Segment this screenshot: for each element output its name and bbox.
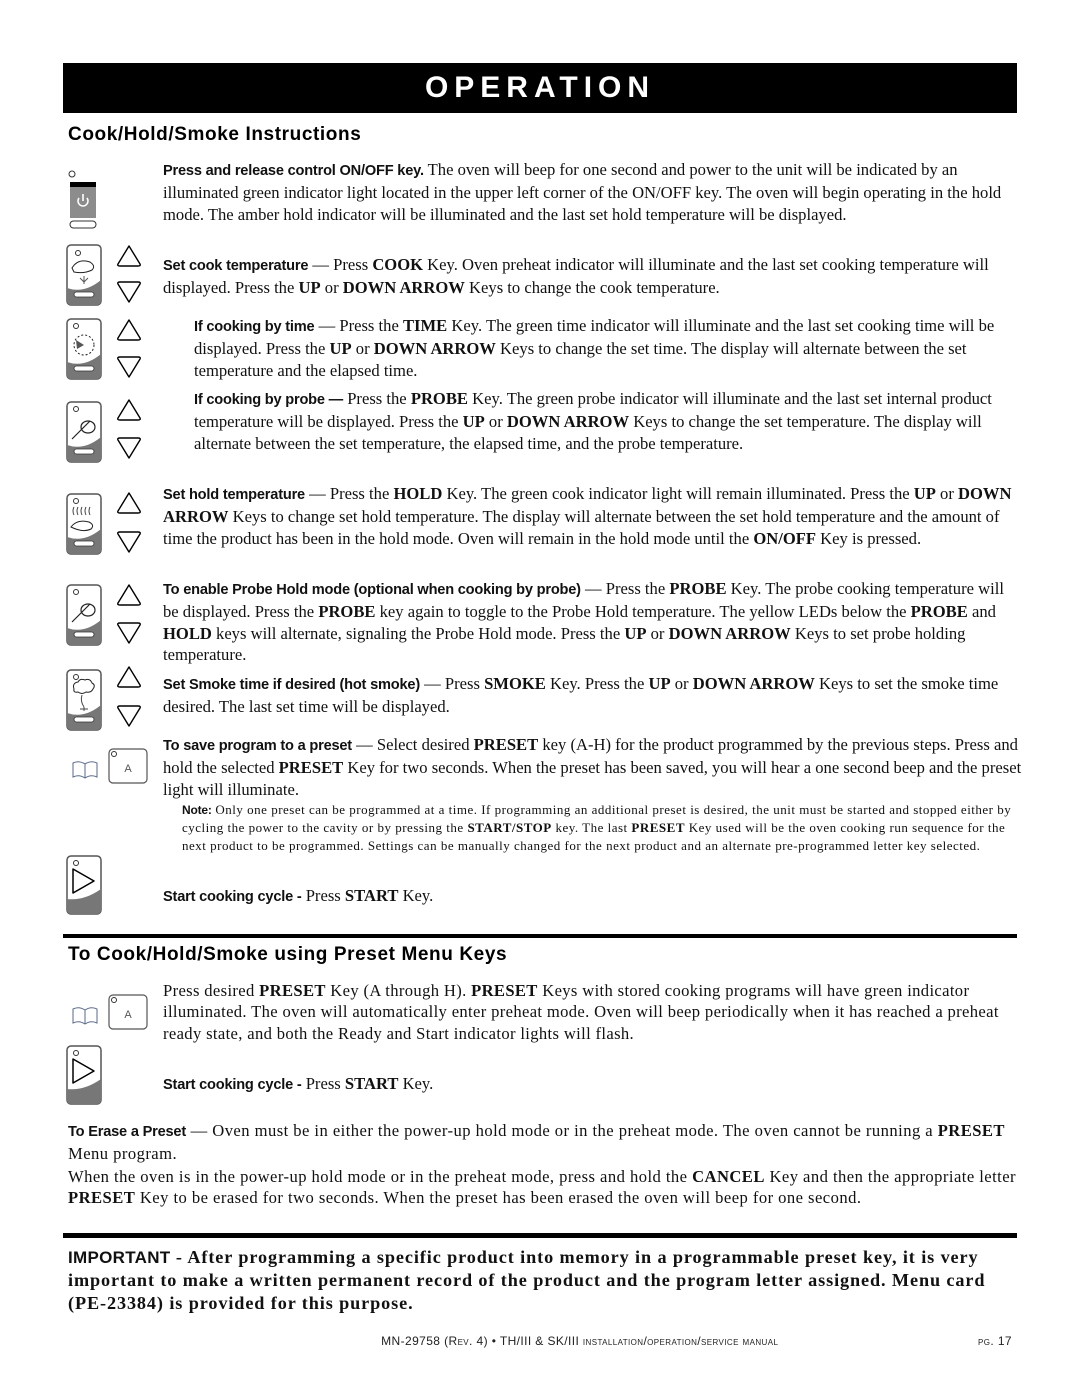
preset-note: Note: Only one preset can be programmed …	[182, 802, 1012, 853]
section-divider	[63, 1233, 1017, 1238]
instruction-start-cycle: Start cooking cycle - Press START Key.	[163, 886, 434, 905]
book-icon	[72, 1006, 98, 1026]
up-arrow-key-icon[interactable]	[116, 398, 142, 422]
probe-key-icon	[66, 584, 102, 646]
down-arrow-key-icon[interactable]	[116, 355, 142, 379]
instruction-cook-by-probe: If cooking by probe — Press the PROBE Ke…	[194, 389, 992, 453]
down-arrow-key-icon[interactable]	[116, 530, 142, 554]
page-number: pg. 17	[978, 1334, 1012, 1348]
instruction-save-preset: To save program to a preset — Select des…	[163, 735, 1022, 799]
preset-key-letter: A	[124, 763, 132, 775]
start-key-icon[interactable]	[66, 1045, 102, 1105]
instruction-erase-preset: To Erase a Preset — Oven must be in eith…	[68, 1121, 1005, 1164]
up-arrow-key-icon[interactable]	[116, 665, 142, 689]
preset-key-letter: A	[124, 1009, 132, 1021]
up-arrow-key-icon[interactable]	[116, 244, 142, 268]
preset-key-icon[interactable]: A	[108, 994, 148, 1030]
instruction-hold-temp: Set hold temperature — Press the HOLD Ke…	[163, 484, 1012, 548]
smoke-key-icon	[66, 669, 102, 731]
down-arrow-key-icon[interactable]	[116, 280, 142, 304]
time-key-icon	[66, 318, 102, 380]
section-heading-preset-menu: To Cook/Hold/Smoke using Preset Menu Key…	[68, 944, 508, 965]
instruction-start-cycle-preset: Start cooking cycle - Press START Key.	[163, 1074, 434, 1093]
hold-key-icon	[66, 493, 102, 555]
probe-key-icon	[66, 401, 102, 463]
up-arrow-key-icon[interactable]	[116, 583, 142, 607]
section-divider	[63, 934, 1017, 938]
down-arrow-key-icon[interactable]	[116, 704, 142, 728]
instruction-cook-by-time: If cooking by time — Press the TIME Key.…	[194, 316, 995, 380]
instruction-erase-detail: When the oven is in the power-up hold mo…	[68, 1167, 1017, 1208]
up-arrow-key-icon[interactable]	[116, 318, 142, 342]
cook-key-icon	[66, 244, 102, 306]
banner-title: OPERATION	[424, 71, 656, 104]
up-arrow-key-icon[interactable]	[116, 491, 142, 515]
book-icon	[72, 760, 98, 780]
down-arrow-key-icon[interactable]	[116, 436, 142, 460]
instruction-select-preset: Press desired PRESET Key (A through H). …	[163, 981, 999, 1043]
start-key-icon[interactable]	[66, 855, 102, 915]
down-arrow-key-icon[interactable]	[116, 621, 142, 645]
power-key-icon	[66, 170, 98, 232]
instruction-smoke-time: Set Smoke time if desired (hot smoke) — …	[163, 674, 999, 717]
instruction-cook-temp: Set cook temperature — Press COOK Key. O…	[163, 255, 989, 298]
instruction-power-on: Press and release control ON/OFF key. Th…	[163, 160, 1002, 224]
instruction-probe-hold: To enable Probe Hold mode (optional when…	[163, 579, 1004, 664]
preset-key-icon[interactable]: A	[108, 748, 148, 784]
section-banner: OPERATION	[63, 63, 1017, 113]
important-notice: IMPORTANT - After programming a specific…	[68, 1247, 986, 1313]
section-heading-instructions: Cook/Hold/Smoke Instructions	[68, 124, 362, 145]
manual-reference: MN-29758 (Rev. 4) • TH/III & SK/III inst…	[381, 1334, 779, 1348]
